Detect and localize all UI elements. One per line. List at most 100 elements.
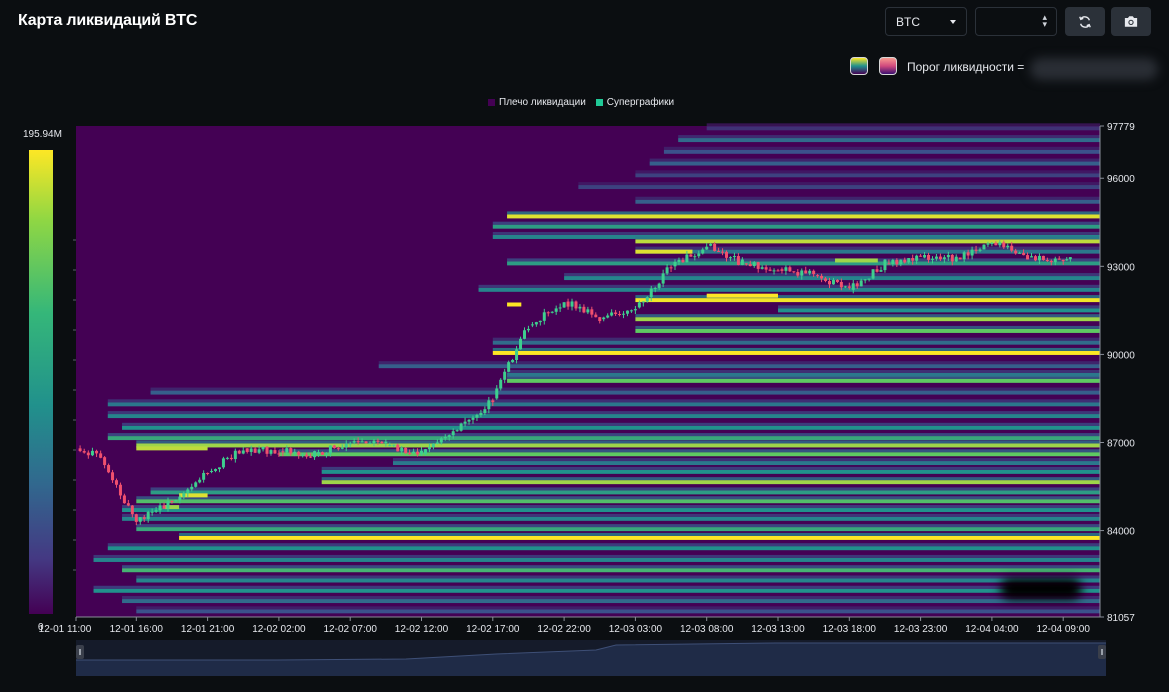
- price-candle: [154, 510, 158, 512]
- liquidation-band-halo: [778, 305, 1100, 309]
- price-candle: [629, 310, 633, 312]
- price-candle: [95, 450, 99, 454]
- liquidation-band: [122, 568, 1101, 573]
- liquidation-band-halo: [136, 440, 1101, 444]
- price-candle: [245, 448, 249, 452]
- price-candle: [843, 286, 847, 288]
- price-candle: [503, 371, 507, 380]
- price-candle: [530, 324, 534, 326]
- price-candle: [384, 441, 388, 444]
- liquidation-band: [150, 390, 1100, 395]
- price-candle: [1057, 258, 1061, 260]
- price-candle: [111, 472, 115, 481]
- x-tick-label: 12-02 17:00: [466, 624, 520, 635]
- liquidation-band: [150, 490, 1100, 495]
- liquidation-band-halo: [150, 487, 1100, 491]
- price-candle: [360, 441, 364, 443]
- x-tick-label: 12-02 22:00: [537, 624, 591, 635]
- price-candle: [934, 256, 938, 259]
- liquidation-band-halo: [635, 295, 1100, 299]
- time-navigator[interactable]: [76, 640, 1106, 676]
- price-candle: [883, 259, 887, 271]
- price-candle: [954, 256, 958, 262]
- price-candle: [1045, 260, 1049, 262]
- price-candle: [788, 267, 792, 272]
- price-candle: [740, 259, 744, 265]
- price-candle: [713, 243, 717, 252]
- liquidation-band: [378, 364, 1101, 369]
- navigator-left-handle[interactable]: [76, 645, 84, 659]
- price-candle: [526, 328, 530, 331]
- price-candle: [804, 270, 808, 274]
- liquidation-band: [635, 239, 1100, 244]
- price-candle: [827, 281, 831, 285]
- price-candle: [261, 446, 265, 450]
- price-candle: [99, 453, 103, 458]
- price-candle: [170, 501, 174, 503]
- price-candle: [618, 314, 622, 316]
- price-candle: [522, 330, 526, 339]
- price-candle: [736, 256, 740, 265]
- price-candle: [273, 450, 277, 454]
- liquidation-band-halo: [321, 477, 1100, 481]
- x-tick-label: 12-03 13:00: [751, 624, 805, 635]
- price-candle: [594, 314, 598, 318]
- price-candle: [871, 269, 875, 279]
- price-candle: [388, 445, 392, 447]
- liquidation-band: [649, 161, 1100, 166]
- price-candle: [919, 255, 923, 257]
- liquidation-band: [507, 261, 1100, 266]
- price-candle: [281, 451, 285, 453]
- price-candle: [519, 338, 523, 350]
- price-candle: [1006, 245, 1010, 248]
- price-candle: [590, 309, 594, 315]
- price-candle: [158, 505, 162, 511]
- price-candle: [289, 448, 293, 454]
- price-candle: [427, 447, 431, 450]
- price-candle: [174, 500, 178, 502]
- price-candle: [542, 312, 546, 321]
- price-candle: [903, 259, 907, 263]
- price-candle: [431, 443, 435, 448]
- price-candle: [1018, 252, 1022, 254]
- price-candle: [812, 270, 816, 275]
- liquidation-heatmap[interactable]: 97779 96000 93000 90000 87000 84000 81057 12-01…: [0, 0, 1169, 692]
- price-candle: [760, 267, 764, 269]
- liquidation-band: [93, 588, 1100, 593]
- price-candle: [863, 279, 867, 281]
- navigator-right-handle[interactable]: [1098, 645, 1106, 659]
- liquidation-band: [635, 317, 1100, 322]
- price-candle: [194, 482, 198, 487]
- price-candle: [717, 251, 721, 253]
- liquidation-band-halo: [507, 211, 1100, 215]
- price-candle: [895, 259, 899, 265]
- price-candle: [915, 255, 919, 261]
- price-candle: [495, 388, 499, 399]
- price-candle: [633, 309, 637, 311]
- liquidation-band-halo: [107, 411, 1100, 415]
- price-candle: [772, 270, 776, 272]
- y-tick-label: 84000: [1107, 527, 1135, 538]
- price-candle: [625, 310, 629, 314]
- liquidation-band: [678, 138, 1100, 143]
- price-candle: [622, 313, 626, 315]
- price-candle: [962, 252, 966, 260]
- liquidation-band-halo: [649, 158, 1100, 162]
- price-candle: [1026, 255, 1030, 260]
- liquidation-band-halo: [492, 347, 1100, 351]
- price-candle: [859, 280, 863, 287]
- price-candle: [911, 258, 915, 261]
- liquidation-band: [122, 508, 1101, 513]
- price-candle: [293, 451, 297, 454]
- price-candle: [455, 430, 459, 432]
- liquidation-band-halo: [378, 361, 1101, 365]
- price-candle: [606, 315, 610, 318]
- liquidation-band-halo: [635, 325, 1100, 329]
- price-candle: [328, 445, 332, 454]
- liquidation-band-halo: [635, 236, 1100, 240]
- price-candle: [665, 267, 669, 274]
- liquidation-band: [392, 461, 1101, 466]
- price-candle: [907, 258, 911, 263]
- price-candle: [515, 349, 519, 361]
- liquidation-band-halo: [93, 554, 1100, 558]
